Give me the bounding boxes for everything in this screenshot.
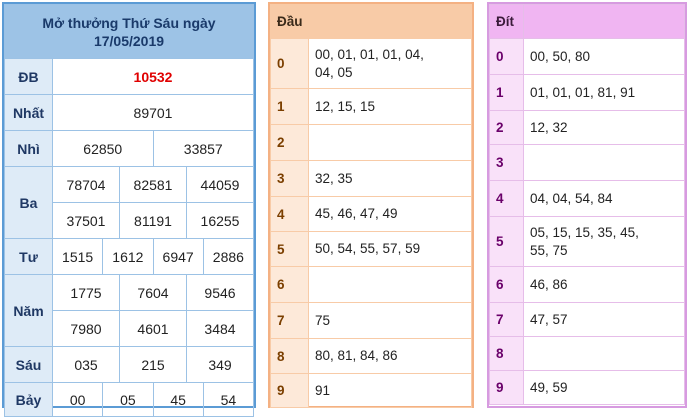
prize-nam-value: 1775: [52, 274, 120, 311]
dit-values: 12, 32: [523, 110, 685, 145]
dit-values-line: 55, 75: [530, 242, 568, 258]
dit-values-line: 05, 15, 15, 35, 45,: [530, 224, 639, 240]
prize-nam-value: 7980: [52, 310, 120, 347]
dit-values: [523, 144, 685, 181]
prize-tu-value: 1515: [51, 238, 104, 275]
dau-key: 0: [270, 38, 309, 89]
dit-key: 3: [489, 144, 524, 181]
dau-values: 50, 54, 55, 57, 59: [308, 231, 472, 267]
dau-key: 4: [270, 196, 309, 232]
dit-values: 46, 86: [523, 266, 685, 303]
prize-sau-value: 215: [119, 346, 187, 383]
dit-key: 4: [489, 180, 524, 217]
prize-tu-value: 6947: [152, 238, 204, 275]
dit-values: 05, 15, 15, 35, 45, 55, 75: [523, 216, 685, 267]
prize-bay-value: 45: [152, 382, 204, 417]
dau-values: 32, 35: [308, 160, 472, 197]
dau-values: 00, 01, 01, 01, 04, 04, 05: [308, 38, 472, 89]
prize-nhi-value: 62850: [52, 130, 154, 167]
dau-values: 75: [308, 302, 472, 339]
prize-sau-value: 349: [186, 346, 254, 383]
prize-tu-value: 1612: [102, 238, 154, 275]
prize-ba-value: 78704: [52, 166, 120, 203]
dau-values: 80, 81, 84, 86: [308, 338, 472, 374]
dit-header: Đít: [489, 4, 524, 39]
dau-values: [308, 266, 472, 303]
dit-values: 47, 57: [523, 302, 685, 337]
title-line-1: Mở thưởng Thứ Sáu ngày: [42, 14, 216, 31]
dit-key: 9: [489, 370, 524, 405]
results-table: Mở thưởng Thứ Sáu ngày 17/05/2019 ĐB 105…: [2, 2, 256, 417]
dit-values: 00, 50, 80: [523, 38, 685, 75]
prize-ba-value: 44059: [186, 166, 254, 203]
dit-values: 01, 01, 01, 81, 91: [523, 74, 685, 111]
prize-bay-value: 54: [202, 382, 255, 417]
prize-label-sau: Sáu: [4, 346, 53, 383]
dit-key: 6: [489, 266, 524, 303]
prize-nam-value: 3484: [186, 310, 254, 347]
title-date: 17/05/2019: [93, 32, 165, 49]
dit-table: Đít 0 00, 50, 80 1 01, 01, 01, 81, 91 2 12,…: [487, 2, 687, 408]
dit-key: 5: [489, 216, 524, 267]
dau-values: 45, 46, 47, 49: [308, 196, 472, 232]
dit-key: 0: [489, 38, 524, 75]
dau-key: 6: [270, 266, 309, 303]
dau-key: 5: [270, 231, 309, 267]
prize-label-db: ĐB: [4, 58, 53, 95]
dit-key: 8: [489, 336, 524, 371]
prize-nam-value: 4601: [119, 310, 187, 347]
dit-header-blank: [523, 4, 685, 39]
dau-key: 1: [270, 88, 309, 125]
dit-key: 2: [489, 110, 524, 145]
dit-values: 49, 59: [523, 370, 685, 405]
dit-values: [523, 336, 685, 371]
prize-ba-value: 37501: [52, 202, 120, 239]
prize-label-tu: Tư: [4, 238, 53, 275]
prize-ba-value: 82581: [119, 166, 187, 203]
dau-values-line: 00, 01, 01, 01, 04,: [315, 46, 424, 62]
prize-nam-value: 7604: [119, 274, 187, 311]
prize-bay-value: 05: [102, 382, 154, 417]
dau-values: 91: [308, 373, 472, 408]
dau-values-line: 04, 05: [315, 64, 353, 80]
prize-label-nhi: Nhì: [4, 130, 53, 167]
dau-header: Đầu: [270, 4, 309, 39]
prize-label-nhat: Nhất: [4, 94, 53, 131]
prize-ba-value: 16255: [186, 202, 254, 239]
prize-db-value: 10532: [52, 58, 254, 95]
dau-key: 7: [270, 302, 309, 339]
prize-nam-value: 9546: [186, 274, 254, 311]
prize-label-bay: Bảy: [4, 382, 53, 417]
prize-ba-value: 81191: [119, 202, 187, 239]
dit-key: 1: [489, 74, 524, 111]
dau-header-blank: [308, 4, 472, 39]
prize-bay-value: 00: [51, 382, 104, 417]
dau-key: 9: [270, 373, 309, 408]
dau-key: 8: [270, 338, 309, 374]
prize-label-nam: Năm: [4, 274, 53, 347]
prize-sau-value: 035: [52, 346, 120, 383]
dit-key: 7: [489, 302, 524, 337]
dau-key: 2: [270, 124, 309, 161]
dau-values: 12, 15, 15: [308, 88, 472, 125]
prize-nhat-value: 89701: [52, 94, 254, 131]
dau-table: Đầu 0 00, 01, 01, 01, 04, 04, 05 1 12, 15, …: [268, 2, 474, 408]
dau-key: 3: [270, 160, 309, 197]
dit-values: 04, 04, 54, 84: [523, 180, 685, 217]
dau-values: [308, 124, 472, 161]
prize-tu-value: 2886: [202, 238, 255, 275]
results-title: Mở thưởng Thứ Sáu ngày 17/05/2019: [4, 4, 254, 59]
prize-nhi-value: 33857: [152, 130, 254, 167]
prize-label-ba: Ba: [4, 166, 53, 239]
